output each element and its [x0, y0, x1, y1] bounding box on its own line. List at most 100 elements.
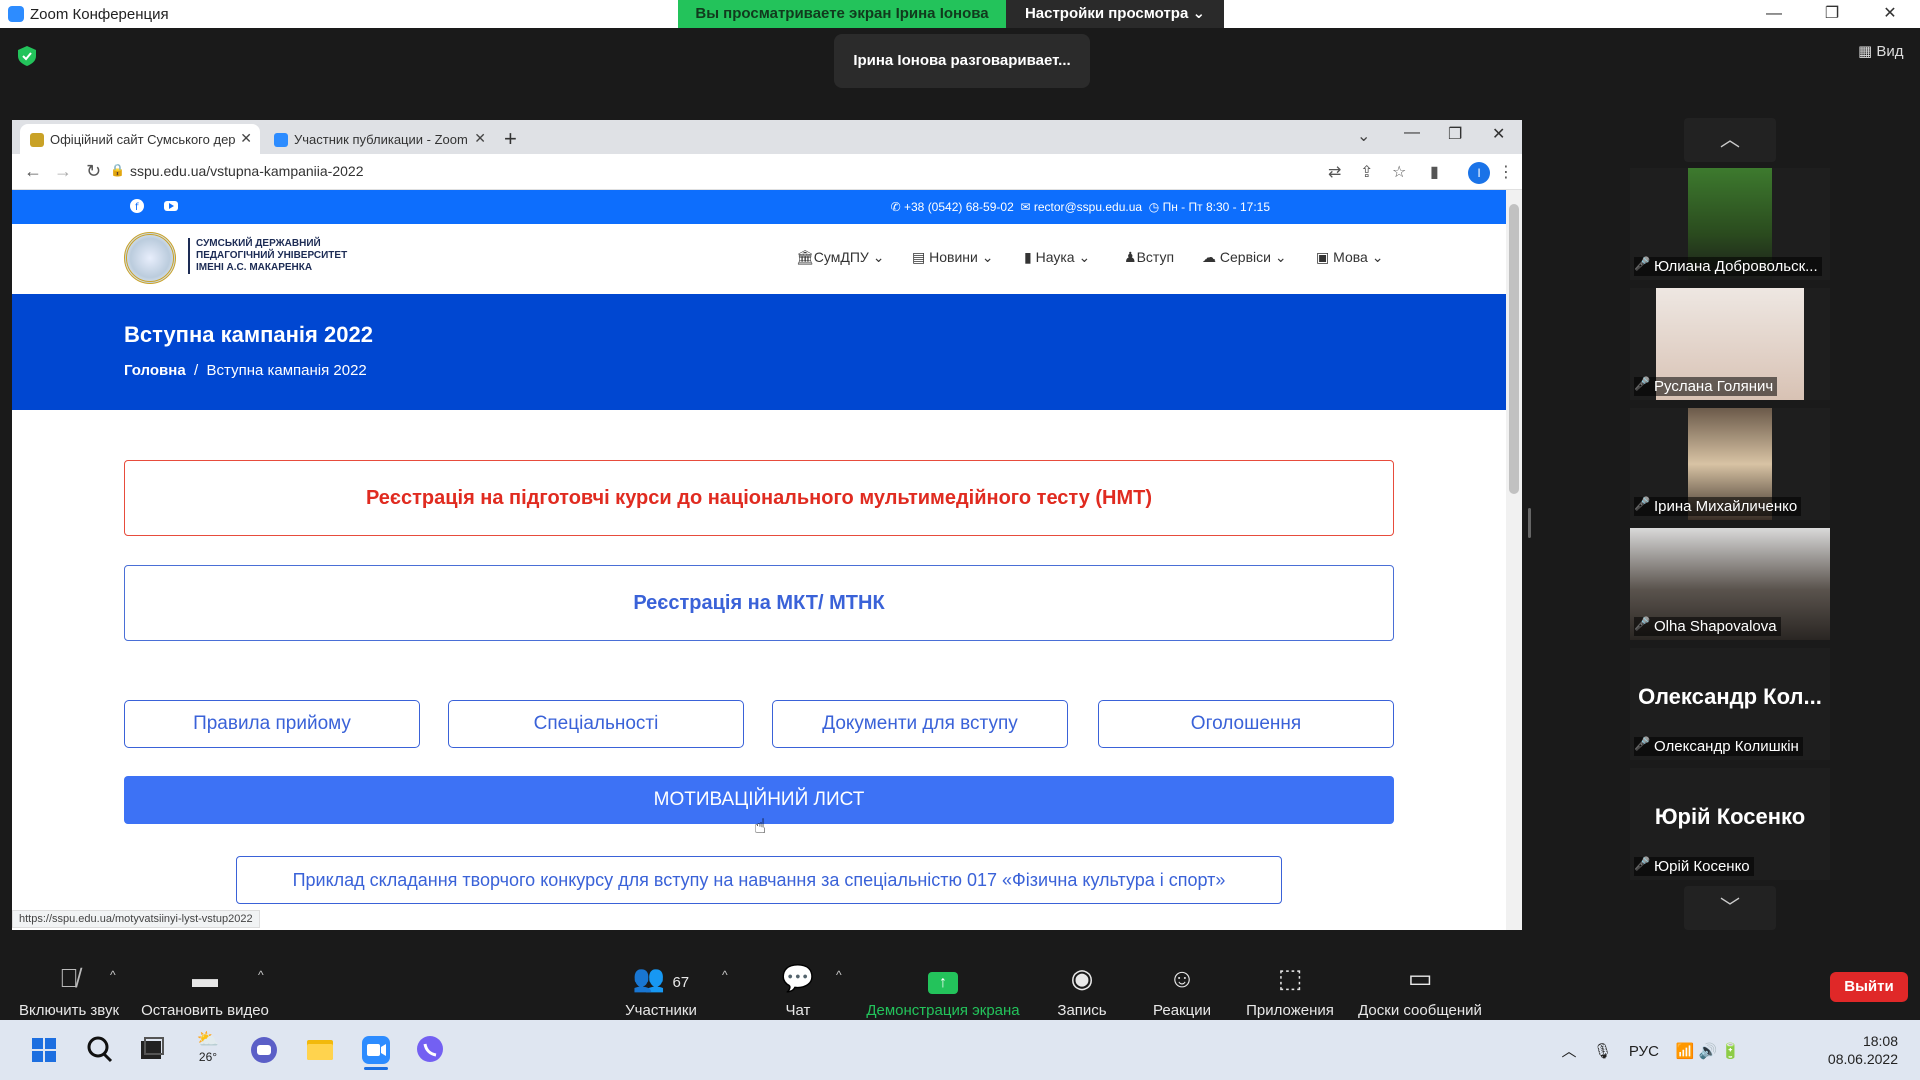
nav-item-language[interactable]: ▣ Мова ⌄: [1316, 249, 1383, 266]
participant-tile[interactable]: Юрій Косенко Юрій Косенко 🎤: [1630, 768, 1830, 880]
share-screen-button[interactable]: ↑ Демонстрация экрана: [862, 950, 1024, 1020]
weather-widget[interactable]: ⛅ 26°: [188, 1030, 228, 1070]
specialties-button[interactable]: Спеціальності: [448, 700, 744, 748]
newspaper-icon: ▤: [912, 249, 926, 265]
bookmark-star-icon[interactable]: ☆: [1392, 162, 1406, 182]
microphone-icon[interactable]: 🎙: [1593, 1043, 1612, 1060]
reactions-button[interactable]: ☺ Реакции: [1148, 950, 1216, 1020]
creative-contest-example-link[interactable]: Приклад складання творчого конкурсу для …: [236, 856, 1282, 904]
forward-arrow-icon[interactable]: →: [54, 161, 72, 182]
panel-resize-handle[interactable]: [1528, 508, 1531, 538]
university-seal-logo[interactable]: [124, 232, 176, 284]
task-view-icon[interactable]: [132, 1030, 172, 1070]
profile-avatar[interactable]: I: [1468, 162, 1490, 184]
nav-item-admission[interactable]: ♟Вступ: [1124, 249, 1174, 266]
participant-tile[interactable]: Olha Shapovalova 🎤: [1630, 528, 1830, 640]
zoom-app-icon[interactable]: [356, 1030, 396, 1070]
participant-tile[interactable]: Юлиана Добровольск... 🎤: [1630, 168, 1830, 280]
email-link[interactable]: rector@sspu.edu.ua: [1034, 200, 1142, 214]
stop-video-button[interactable]: ▬ Остановить видео: [140, 950, 270, 1020]
person-icon: ♟: [1124, 249, 1137, 265]
reload-icon[interactable]: ↻: [86, 161, 101, 182]
viber-icon[interactable]: [410, 1030, 450, 1070]
mic-muted-icon: 🎤: [1634, 736, 1651, 751]
minimize-icon[interactable]: —: [1754, 2, 1794, 26]
nav-item-sumdpu[interactable]: 🏛СумДПУ ⌄: [796, 249, 884, 266]
nav-item-news[interactable]: ▤ Новини ⌄: [912, 249, 993, 266]
participants-button[interactable]: 👥 67 Участники: [616, 950, 706, 1020]
participant-tile[interactable]: Руслана Голянич 🎤: [1630, 288, 1830, 400]
tab-search-chevron-icon[interactable]: ⌄: [1357, 126, 1370, 146]
tray-overflow-chevron-icon[interactable]: ︿: [1561, 1043, 1576, 1060]
file-explorer-icon[interactable]: [300, 1030, 340, 1070]
participant-tile[interactable]: Ірина Михайличенко 🎤: [1630, 408, 1830, 520]
participant-name: Ірина Михайличенко: [1634, 497, 1802, 516]
view-settings-label: Настройки просмотра: [1024, 5, 1189, 22]
gallery-scroll-up-button[interactable]: ︿: [1684, 118, 1776, 162]
browser-close-icon[interactable]: ✕: [1492, 124, 1505, 144]
gallery-scroll-down-button[interactable]: ﹀: [1684, 886, 1776, 930]
restore-icon[interactable]: ❐: [1812, 2, 1852, 26]
chat-app-icon[interactable]: [244, 1030, 284, 1070]
unmute-button[interactable]: 🎙̸ Включить звук: [14, 950, 124, 1020]
speaker-icon[interactable]: 🔊: [1698, 1043, 1717, 1060]
leave-meeting-button[interactable]: Выйти: [1830, 972, 1908, 1002]
input-language[interactable]: РУС: [1629, 1043, 1659, 1060]
participant-tile[interactable]: Олександр Кол... Олександр Колишкін 🎤: [1630, 648, 1830, 760]
record-button[interactable]: ◉ Запись: [1052, 950, 1112, 1020]
search-icon[interactable]: [80, 1030, 120, 1070]
chat-button[interactable]: 💬 Чат: [770, 950, 826, 1020]
nav-item-services[interactable]: ☁ Сервіси ⌄: [1202, 249, 1287, 266]
share-banner: Вы просматриваете экран Ірина Іонова: [678, 0, 1006, 28]
nav-item-science[interactable]: ▮ Наука ⌄: [1024, 249, 1090, 266]
browser-minimize-icon[interactable]: —: [1404, 124, 1420, 142]
window-title: Zoom Конференция: [30, 6, 169, 23]
facebook-icon[interactable]: f: [130, 199, 144, 213]
scrollbar-thumb[interactable]: [1509, 204, 1519, 494]
link-status-bar: https://sspu.edu.ua/motyvatsiinyi-lyst-v…: [12, 910, 260, 928]
taskbar-clock[interactable]: 18:08 08.06.2022: [1828, 1032, 1898, 1068]
close-icon[interactable]: ✕: [1870, 2, 1910, 26]
close-tab-icon[interactable]: ✕: [240, 130, 252, 147]
apps-button[interactable]: ⬚ Приложения: [1240, 950, 1340, 1020]
system-tray: ︿ 🎙 РУС 📶 🔊 🔋: [1561, 1040, 1740, 1061]
browser-menu-icon[interactable]: ⋮: [1498, 162, 1514, 182]
browser-tab-zoom[interactable]: Участник публикации - Zoom ✕: [264, 124, 494, 154]
audio-options-caret-icon[interactable]: ^: [110, 968, 116, 982]
new-tab-plus-icon[interactable]: +: [504, 126, 517, 152]
mkt-registration-link[interactable]: Реєстрація на МКТ/ МТНК: [124, 565, 1394, 641]
chevron-down-icon: ﹀: [1720, 897, 1740, 919]
side-panel-icon[interactable]: ▮: [1430, 162, 1439, 182]
wifi-icon[interactable]: 📶: [1676, 1043, 1695, 1060]
close-tab-icon[interactable]: ✕: [474, 130, 486, 147]
nmt-registration-link[interactable]: Реєстрація на підготовчі курси до націон…: [124, 460, 1394, 536]
shield-icon[interactable]: [18, 46, 36, 66]
page-scrollbar[interactable]: [1506, 190, 1522, 930]
address-bar[interactable]: sspu.edu.ua/vstupna-kampaniia-2022: [130, 163, 364, 179]
svg-text:f: f: [135, 202, 139, 213]
view-button[interactable]: ▦ Вид: [1858, 42, 1904, 60]
battery-icon[interactable]: 🔋: [1721, 1043, 1740, 1060]
translate-icon[interactable]: ⇄: [1328, 162, 1341, 182]
page-title: Вступна кампанія 2022: [124, 322, 373, 347]
breadcrumb-home[interactable]: Головна: [124, 362, 186, 379]
chat-bubble-icon: 💬: [781, 963, 815, 993]
admission-documents-button[interactable]: Документи для вступу: [772, 700, 1068, 748]
windows-start-icon[interactable]: [24, 1030, 64, 1070]
participants-caret-icon[interactable]: ^: [722, 968, 728, 982]
phone-number[interactable]: +38 (0542) 68-59-02: [904, 200, 1014, 214]
video-options-caret-icon[interactable]: ^: [258, 968, 264, 982]
browser-restore-icon[interactable]: ❐: [1448, 124, 1462, 144]
youtube-icon[interactable]: [164, 199, 178, 213]
lock-icon[interactable]: 🔒: [110, 163, 125, 177]
whiteboards-button[interactable]: ▭ Доски сообщений: [1354, 950, 1486, 1020]
announcements-button[interactable]: Оголошення: [1098, 700, 1394, 748]
share-icon[interactable]: ⇪: [1360, 162, 1373, 182]
admission-rules-button[interactable]: Правила прийому: [124, 700, 420, 748]
back-arrow-icon[interactable]: ←: [24, 161, 42, 182]
chat-caret-icon[interactable]: ^: [836, 968, 842, 982]
participant-name: Руслана Голянич: [1634, 377, 1778, 396]
browser-tab-sspu[interactable]: Офіційний сайт Сумського дер ✕: [20, 124, 260, 154]
university-name-logo[interactable]: СУМСЬКИЙ ДЕРЖАВНИЙ ПЕДАГОГІЧНИЙ УНІВЕРСИ…: [188, 238, 347, 274]
view-settings-button[interactable]: Настройки просмотра ⌄: [1006, 0, 1224, 28]
